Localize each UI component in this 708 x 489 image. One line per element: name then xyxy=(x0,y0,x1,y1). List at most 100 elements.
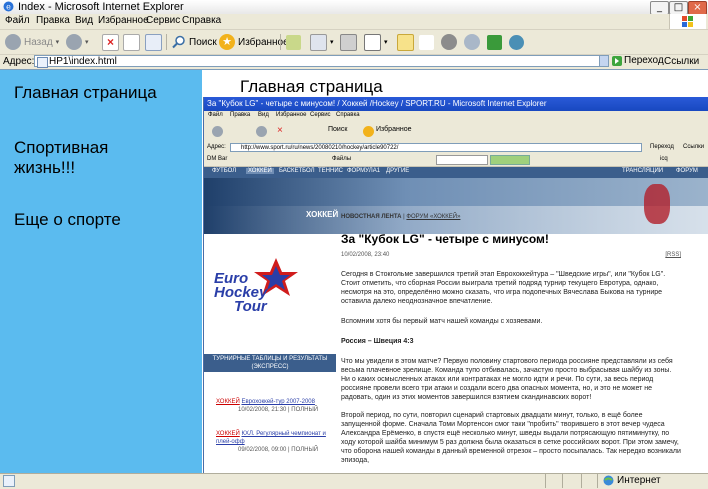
sidebar: Главная страница Спортивная жизнь!!! Еще… xyxy=(0,70,202,473)
sidebar-link-home[interactable]: Главная страница xyxy=(14,83,157,103)
menu-view[interactable]: Вид xyxy=(75,15,93,26)
inner-dm-bar: DM Bar Файлы icq xyxy=(204,154,708,167)
inner-nav-broadcasts: ТРАНСЛЯЦИИ xyxy=(622,168,664,174)
inner-article-title: За "Кубок LG" - четыре с минусом! xyxy=(341,232,549,246)
inner-menu-tools: Сервис xyxy=(310,112,331,118)
inner-menu-help: Справка xyxy=(336,112,360,118)
history-icon xyxy=(286,34,301,50)
inner-article-paragraph: Сегодня в Стокгольме завершился третий э… xyxy=(341,271,666,305)
addon-button[interactable] xyxy=(464,33,480,51)
inner-nav-formula1: ФОРМУЛА1 xyxy=(347,168,381,174)
home-button[interactable] xyxy=(145,33,162,51)
note-button[interactable] xyxy=(397,33,414,51)
inner-nav-hockey: ХОККЕЙ xyxy=(246,168,274,174)
inner-hockey-banner: ХОККЕЙ xyxy=(204,178,708,234)
maximize-button[interactable]: □ xyxy=(669,1,688,15)
inner-back-icon xyxy=(212,126,223,137)
toolbar: Назад ▾ ▾ × Поиск ★ Избранное ▾ ▾ xyxy=(0,30,708,55)
inner-go-label: Переход xyxy=(650,144,674,150)
favorites-label: Избранное xyxy=(238,36,289,48)
search-label: Поиск xyxy=(189,36,217,48)
inner-banner-label: ХОККЕЙ xyxy=(306,210,339,219)
close-button[interactable]: × xyxy=(688,1,707,15)
menu-tools[interactable]: Сервис xyxy=(146,15,180,26)
forward-arrow-icon xyxy=(66,34,82,50)
inner-article-paragraph: Что мы увидели в этом матче? Первую поло… xyxy=(341,358,673,401)
inner-dmbar-label: DM Bar xyxy=(207,156,228,162)
inner-news-tail: ПОЛНЫЙ xyxy=(291,407,319,413)
mail-button[interactable]: ▾ xyxy=(310,33,334,51)
go-arrow-icon xyxy=(612,55,622,66)
inner-rss-link: [RSS] xyxy=(665,252,681,258)
internet-zone-label: Интернет xyxy=(617,475,661,486)
menu-bar: Файл Правка Вид Избранное Сервис Справка xyxy=(0,14,708,30)
sidebar-link-more-sport[interactable]: Еще о спорте xyxy=(14,210,121,230)
address-input[interactable]: HP1\index.html xyxy=(34,55,606,67)
logo-wordmark: Euro Hockey Tour xyxy=(214,271,324,315)
status-page-icon xyxy=(3,475,15,487)
history-button[interactable] xyxy=(286,33,301,51)
stop-icon: × xyxy=(102,33,119,51)
forward-button[interactable]: ▾ xyxy=(66,33,89,51)
inner-article-date: 10/02/2008, 23:40 xyxy=(341,252,390,258)
menu-file[interactable]: Файл xyxy=(5,15,30,26)
window-title: Index - Microsoft Internet Explorer xyxy=(18,1,184,13)
logo-word-tour: Tour xyxy=(234,298,267,315)
mail-icon xyxy=(310,33,327,51)
links-button[interactable]: Ссылки xyxy=(664,56,699,67)
inner-sidebar: Euro Hockey Tour ТУРНИРНЫЕ ТАБЛИЦЫ И РЕЗ… xyxy=(204,234,336,473)
logo-word-hockey: Hockey xyxy=(214,284,268,301)
minimize-button[interactable]: _ xyxy=(650,1,669,15)
stop-button[interactable]: × xyxy=(102,33,119,51)
address-dropdown-button[interactable] xyxy=(599,55,609,67)
back-arrow-icon xyxy=(5,34,21,50)
inner-address-url: http://www.sport.ru/ru/news/20080210/hoc… xyxy=(230,143,642,152)
inner-nav-football: ФУТБОЛ xyxy=(212,168,237,174)
inner-article-subhead: Россия – Швеция 4:3 xyxy=(341,338,414,345)
inner-crumb-news: НОВОСТНАЯ ЛЕНТА xyxy=(341,214,402,220)
inner-news-date: 09/02/2008, 09:00 | xyxy=(238,447,290,453)
ie-logo-icon: e xyxy=(3,1,14,12)
favorites-button[interactable]: ★ Избранное xyxy=(219,33,289,51)
inner-address-bar: Адрес: http://www.sport.ru/ru/news/20080… xyxy=(204,143,708,154)
inner-toolbar: × Поиск Избранное xyxy=(204,121,708,144)
favorites-star-icon: ★ xyxy=(219,34,235,50)
inner-sport-nav: ФУТБОЛ ХОККЕЙ БАСКЕТБОЛ ТЕННИС ФОРМУЛА1 … xyxy=(204,167,708,178)
inner-window-title: За "Кубок LG" - четыре с минусом! / Хокк… xyxy=(207,99,547,108)
note-icon xyxy=(397,33,414,51)
go-button[interactable]: Переход xyxy=(612,55,664,66)
inner-nav-basketball: БАСКЕТБОЛ xyxy=(279,168,315,174)
status-bar: Интернет xyxy=(0,473,708,488)
print-button[interactable] xyxy=(340,33,357,51)
back-button[interactable]: Назад ▾ xyxy=(5,33,59,51)
refresh-icon xyxy=(123,33,140,51)
menu-favorites[interactable]: Избранное xyxy=(98,15,149,26)
word-edit-icon xyxy=(364,33,381,51)
refresh-button[interactable] xyxy=(123,33,140,51)
addon-icon xyxy=(464,34,480,50)
research-button[interactable] xyxy=(441,33,457,51)
search-button[interactable]: Поиск xyxy=(172,33,217,51)
inner-news-tag: ХОККЕЙ xyxy=(216,399,240,405)
inner-menu-view: Вид xyxy=(258,112,269,118)
messenger-button[interactable] xyxy=(419,33,434,51)
page-icon xyxy=(37,57,48,68)
menu-help[interactable]: Справка xyxy=(182,15,221,26)
research-icon xyxy=(441,34,457,50)
menu-edit[interactable]: Правка xyxy=(36,15,70,26)
inner-tables-header: ТУРНИРНЫЕ ТАБЛИЦЫ И РЕЗУЛЬТАТЫ (ЭКСПРЕСС… xyxy=(204,354,336,372)
inner-news-title: Еврохоккей-тур 2007-2008 xyxy=(241,399,315,405)
users-button[interactable] xyxy=(509,33,524,51)
inner-files-label: Файлы xyxy=(332,156,352,162)
sidebar-link-sport-life[interactable]: Спортивная жизнь!!! xyxy=(14,138,154,178)
inner-article-paragraph: Вспомним хотя бы первый матч нашей коман… xyxy=(341,318,543,325)
title-bar: e Index - Microsoft Internet Explorer _ … xyxy=(0,0,708,15)
inner-progress xyxy=(490,155,530,165)
inner-address-label: Адрес: xyxy=(207,144,226,150)
plugin-button[interactable] xyxy=(487,33,502,51)
windows-logo-icon xyxy=(669,14,706,29)
home-icon xyxy=(145,33,162,51)
inner-news-tag: ХОККЕЙ xyxy=(216,431,240,437)
edit-button[interactable]: ▾ xyxy=(364,33,388,51)
inner-search-label: Поиск xyxy=(328,126,348,133)
